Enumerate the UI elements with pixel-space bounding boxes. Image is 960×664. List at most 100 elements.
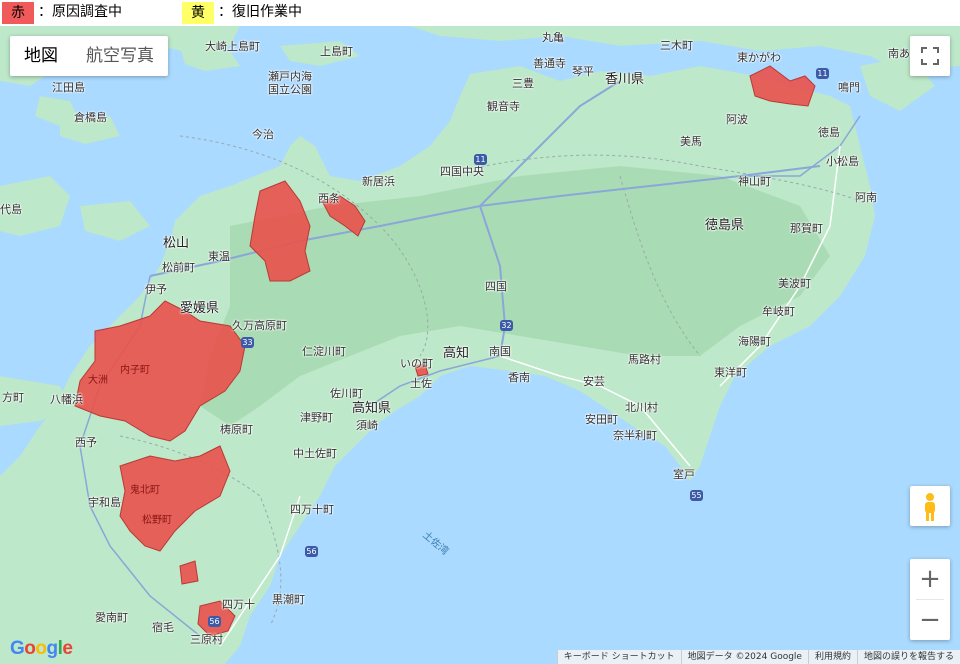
label-miki: 三木町	[660, 39, 693, 52]
label-nanao: 南あ	[888, 47, 910, 60]
label-kochi: 高知	[443, 346, 470, 361]
label-mima: 美馬	[680, 135, 702, 148]
label-hokata: 方町	[2, 391, 24, 404]
label-kagawaken: 香川県	[605, 72, 645, 87]
map-type-satellite-button[interactable]: 航空写真	[72, 36, 168, 76]
label-kamiyama: 神山町	[738, 175, 771, 188]
label-toyo: 東洋町	[714, 366, 747, 379]
label-ainan: 愛南町	[95, 611, 128, 624]
route-shield: 55	[690, 490, 703, 501]
fullscreen-icon	[921, 47, 939, 65]
yellow-legend-text: ：復旧作業中	[218, 4, 302, 20]
map-type-control: 地図 航空写真	[10, 36, 168, 76]
label-tokushima: 徳島	[818, 126, 840, 139]
route-shield: 32	[500, 320, 513, 331]
label-sakawa: 佐川町	[330, 387, 363, 400]
label-kanonji: 観音寺	[487, 100, 520, 113]
label-yasuda: 安田町	[585, 413, 618, 426]
red-legend-text: ：原因調査中	[38, 4, 122, 20]
fullscreen-button[interactable]	[910, 36, 950, 76]
map-data-text: 地図データ ©2024 Google	[680, 650, 808, 664]
keyboard-shortcuts-link[interactable]: キーボード ショートカット	[556, 650, 681, 664]
label-kurahashi: 倉橋島	[74, 111, 107, 124]
red-swatch: 赤	[2, 2, 34, 24]
label-niihama: 新居浜	[362, 175, 395, 188]
label-konan: 香南	[508, 371, 530, 384]
label-etajima: 江田島	[52, 81, 85, 94]
zoom-out-button[interactable]: −	[910, 600, 950, 640]
label-kaiyo: 海陽町	[738, 335, 771, 348]
label-niyodogawa: 仁淀川町	[302, 345, 346, 358]
label-minami: 美波町	[778, 277, 811, 290]
label-sukumo: 宿毛	[152, 621, 174, 634]
label-mugi: 牟岐町	[762, 305, 795, 318]
pegman-icon	[925, 493, 935, 521]
label-susaki: 須崎	[356, 419, 378, 432]
label-kihoku: 鬼北町	[130, 485, 160, 496]
attribution-bar: キーボード ショートカット 地図データ ©2024 Google 利用規約 地図…	[556, 650, 960, 664]
label-yashiro: 代島	[0, 203, 22, 216]
label-shimanto: 四万十	[222, 598, 255, 611]
label-iyo: 伊予	[145, 283, 167, 296]
street-view-button[interactable]	[910, 486, 950, 526]
label-umaji: 馬路村	[628, 353, 661, 366]
label-mitoyo: 三豊	[512, 77, 534, 90]
label-nankoku: 南国	[489, 345, 511, 358]
label-toon: 東温	[208, 250, 230, 263]
label-kochiken: 高知県	[352, 401, 392, 416]
label-kotohira: 琴平	[572, 65, 594, 78]
label-kumakogen: 久万高原町	[232, 319, 287, 332]
nakajima-island	[80, 201, 150, 241]
label-nakasu: 那賀町	[790, 222, 823, 235]
label-matsuyama: 松山	[163, 236, 190, 251]
label-imabari: 今治	[252, 128, 274, 141]
label-saijo: 西条	[318, 192, 340, 205]
label-matsuno: 松野町	[142, 515, 172, 526]
zoom-control: + −	[910, 559, 950, 640]
label-tsuno: 津野町	[300, 411, 333, 424]
label-nahari: 奈半利町	[613, 429, 657, 442]
map-canvas[interactable]: 大崎上島町 上島町 瀬戸内海 国立公園 江田島 倉橋島 今治 代島 新居浜 西条…	[0, 26, 960, 664]
label-hachimanhama: 八幡浜	[50, 393, 83, 406]
map-base	[0, 26, 960, 664]
label-zentsuji: 善通寺	[533, 57, 566, 70]
label-kitagawa: 北川村	[625, 401, 658, 414]
label-nakatosa: 中土佐町	[293, 447, 337, 460]
route-shield: 33	[241, 337, 254, 348]
label-marugame: 丸亀	[542, 31, 564, 44]
label-ohmishima: 大崎上島町	[205, 40, 260, 53]
label-muroto: 室戸	[673, 468, 695, 481]
label-seiyo: 西予	[75, 436, 97, 449]
google-logo[interactable]: Google	[10, 638, 73, 660]
outage-legend: 赤 ：原因調査中 黄 ：復旧作業中	[0, 0, 960, 26]
label-uchiko: 内子町	[120, 365, 150, 376]
label-ino: いの町	[400, 357, 433, 370]
label-higashikagawa: 東かがわ	[737, 51, 781, 64]
label-aki: 安芸	[583, 375, 605, 388]
label-kamijima: 上島町	[320, 45, 353, 58]
label-anan: 阿南	[855, 191, 877, 204]
label-setonaikai: 瀬戸内海	[268, 70, 312, 83]
label-komatsushima: 小松島	[826, 155, 859, 168]
label-awa: 阿波	[726, 113, 748, 126]
label-shikoku: 四国	[485, 280, 507, 293]
label-kuroshio: 黒潮町	[272, 593, 305, 606]
label-masaki: 松前町	[162, 261, 195, 274]
route-shield: 56	[208, 616, 221, 627]
route-shield: 11	[474, 154, 487, 165]
label-ehime: 愛媛県	[180, 301, 220, 316]
report-error-link[interactable]: 地図の誤りを報告する	[856, 650, 960, 664]
terms-link[interactable]: 利用規約	[807, 650, 857, 664]
label-uwajima: 宇和島	[88, 496, 121, 509]
map-type-map-button[interactable]: 地図	[10, 36, 72, 76]
label-ozu: 大洲	[88, 375, 108, 386]
label-yusuhara: 梼原町	[220, 423, 253, 436]
label-shimanto-cho: 四万十町	[290, 503, 334, 516]
label-tokushimaken: 徳島県	[705, 218, 745, 233]
zoom-in-button[interactable]: +	[910, 559, 950, 599]
label-tosa: 土佐	[410, 377, 432, 390]
route-shield: 11	[816, 68, 829, 79]
label-naruto: 鳴門	[838, 81, 860, 94]
label-mihara: 三原村	[190, 633, 223, 646]
route-shield: 56	[305, 546, 318, 557]
